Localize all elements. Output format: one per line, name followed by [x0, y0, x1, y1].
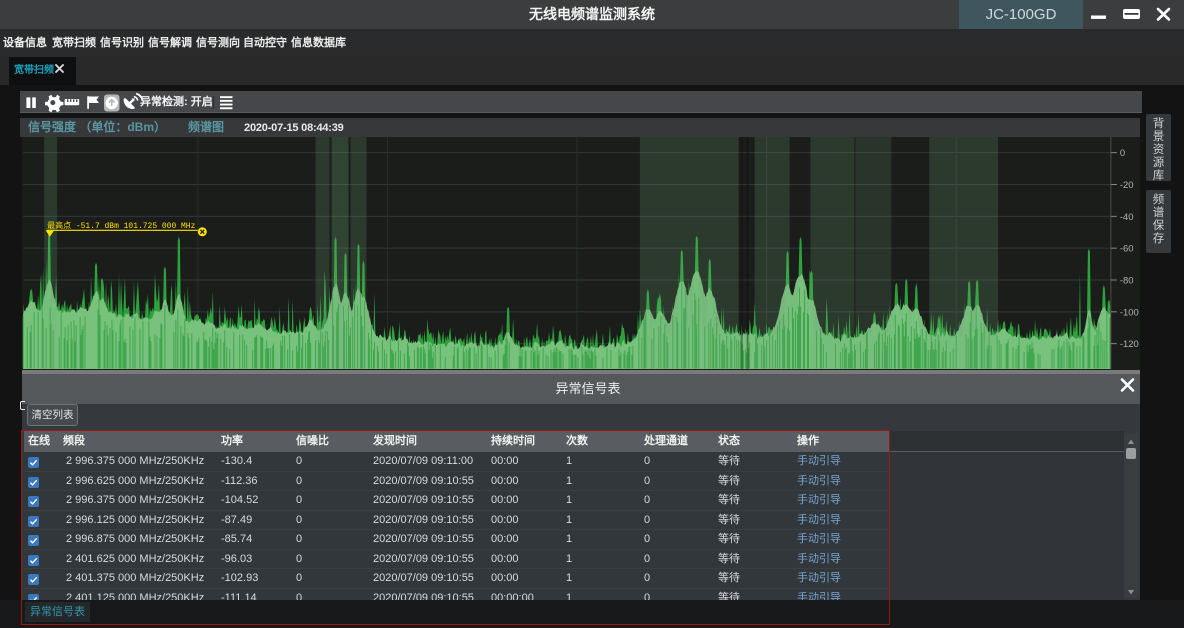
svg-text:-120: -120: [1120, 339, 1139, 350]
svg-text:0: 0: [1120, 148, 1125, 159]
svg-text:最高点 -51.7 dBm 101.725 000 MHz: 最高点 -51.7 dBm 101.725 000 MHz: [47, 220, 195, 231]
svg-text:-80: -80: [1120, 275, 1134, 286]
svg-text:-100: -100: [1120, 307, 1139, 318]
svg-text:-60: -60: [1120, 244, 1134, 255]
svg-text:-40: -40: [1120, 212, 1134, 223]
svg-text:-20: -20: [1120, 180, 1134, 191]
